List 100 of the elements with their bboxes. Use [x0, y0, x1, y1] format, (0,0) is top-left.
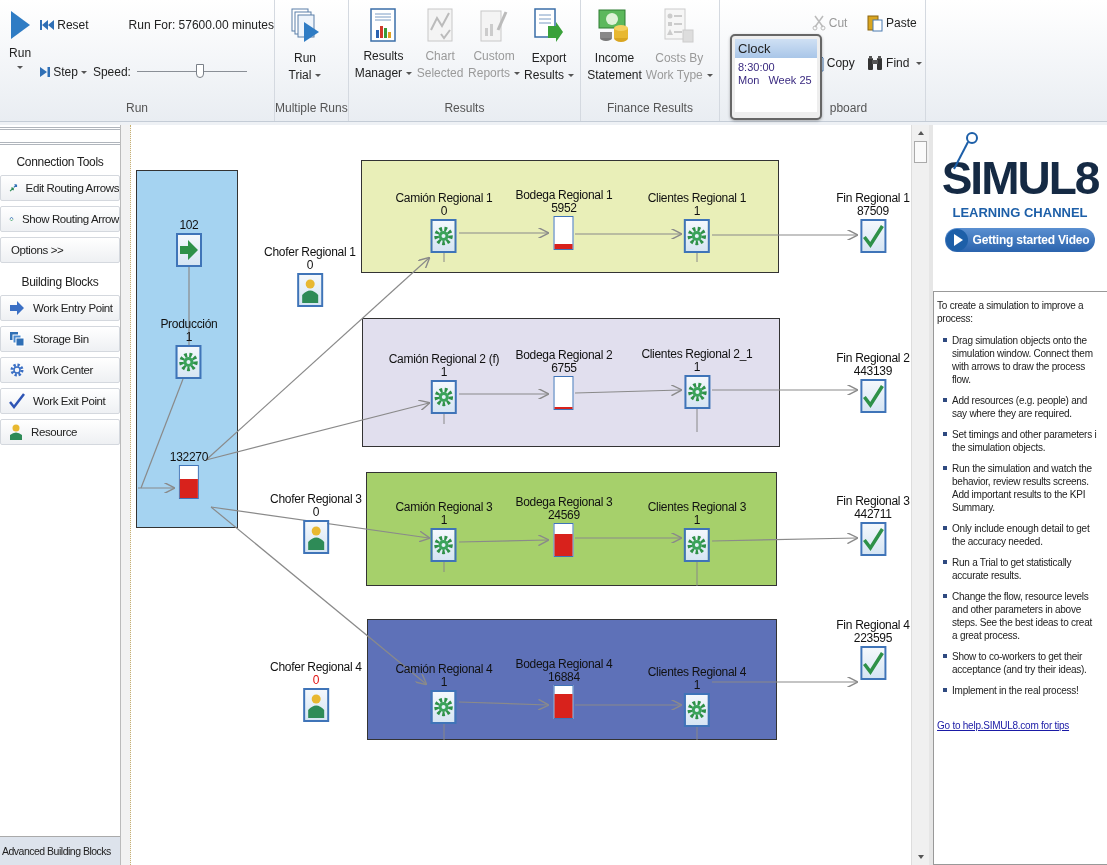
ribbon-button[interactable]: Export Results [524, 0, 575, 99]
gear-icon[interactable] [683, 693, 710, 727]
gear-icon[interactable] [430, 219, 457, 253]
pages-play-icon [290, 8, 320, 44]
panel-item[interactable]: Show Routing Arrow [0, 206, 120, 232]
binoculars-icon [867, 55, 884, 71]
person-icon [9, 424, 23, 440]
node-count: 443139 [853, 365, 893, 378]
person-icon[interactable] [302, 520, 329, 554]
person-icon[interactable] [302, 688, 329, 722]
clipboard-button[interactable]: Find [867, 54, 925, 72]
line-chart-icon [427, 8, 454, 42]
speed-label: Speed: [92, 65, 131, 79]
paste-icon [867, 14, 884, 32]
scroll-down-icon[interactable] [917, 855, 924, 859]
ribbon-button[interactable]: Income Statement [587, 0, 642, 99]
panel-item[interactable]: Options >> [0, 237, 120, 263]
caret-icon [17, 66, 24, 69]
gear-icon[interactable] [683, 375, 710, 409]
section-tab[interactable]: Advanced Building Blocks [0, 836, 120, 865]
run-button[interactable]: Run [0, 0, 41, 99]
gear-icon[interactable] [430, 690, 457, 724]
gear-icon[interactable] [175, 345, 202, 379]
caret-icon [80, 70, 87, 74]
caret-icon [568, 74, 575, 78]
node-label: Clientes Regional 2_1 [641, 348, 753, 361]
reset-button[interactable]: Reset [40, 18, 89, 32]
node-count: 0 [440, 205, 448, 218]
node-label: Clientes Regional 3 [647, 501, 747, 514]
node-count: 16884 [548, 671, 580, 684]
node-count: 0 [312, 506, 320, 519]
video-button[interactable]: Getting started Video [944, 228, 1096, 252]
gear-icon[interactable] [430, 528, 457, 562]
caret-icon [406, 72, 413, 76]
logo-text: SIMUL8 [941, 153, 1099, 203]
bullet-icon [943, 466, 948, 470]
panel-item[interactable]: Work Exit Point [0, 388, 120, 414]
caret-icon [916, 61, 923, 65]
node-label: Chofer Regional 1 [264, 246, 356, 259]
group-label: Run [126, 100, 148, 117]
vertical-scrollbar[interactable] [911, 125, 930, 865]
tip-text: Drag simulation objects onto the simulation window. Connect them with arrows to draw the process flow. [952, 334, 1093, 386]
node-label: Fin Regional 1 [836, 192, 910, 205]
node-label: Fin Regional 4 [836, 619, 910, 632]
document-arrow-icon [534, 8, 565, 44]
help-link[interactable]: Go to help.SIMUL8.com for tips [937, 719, 1070, 732]
checkmark-icon[interactable] [859, 646, 886, 680]
run-for-label: Run For: 57600.00 minutes [128, 18, 274, 32]
node-label: Camión Regional 3 [395, 501, 493, 514]
storage-bin-icon[interactable] [553, 523, 574, 557]
node-count: 0 [312, 674, 320, 687]
tip-text: Change the flow, resource levels and other parameters in above steps. See the best ideas to creat a great process. [952, 590, 1092, 642]
node-label: Camión Regional 4 [395, 663, 493, 676]
node-count: 1 [440, 514, 448, 527]
tip-text: Run a Trial to get statistically accurate results. [952, 556, 1072, 582]
storage-bin-icon[interactable] [553, 376, 574, 410]
slider-thumb[interactable] [195, 64, 204, 78]
panel-item[interactable]: Storage Bin [0, 326, 120, 352]
section-header: Connection Tools [15, 154, 105, 171]
gear-icon[interactable] [683, 219, 710, 253]
bullet-icon [943, 526, 948, 530]
gear-icon[interactable] [683, 528, 710, 562]
bullet-icon [943, 654, 948, 658]
bullet-icon [943, 560, 948, 564]
caret-icon [706, 74, 713, 78]
scroll-thumb[interactable] [914, 141, 928, 163]
node-label: Bodega Regional 1 [515, 189, 613, 202]
checkmark-icon[interactable] [859, 522, 886, 556]
rewind-icon [40, 20, 55, 30]
node-count: 1 [693, 361, 701, 374]
step-button[interactable]: Step [40, 65, 87, 79]
ribbon-button[interactable]: Results Manager [354, 0, 413, 99]
scroll-up-icon[interactable] [917, 131, 924, 135]
node-label: Chofer Regional 4 [270, 661, 362, 674]
person-icon[interactable] [296, 273, 323, 307]
panel-grip[interactable] [0, 127, 120, 145]
ribbon-button[interactable]: Run Trial [281, 0, 329, 99]
checkmark-icon[interactable] [859, 219, 886, 253]
node-count: 0 [306, 259, 314, 272]
node-label: Camión Regional 1 [395, 192, 493, 205]
storage-bin-icon[interactable] [553, 216, 574, 250]
node-count: 1 [440, 366, 448, 379]
panel-item[interactable]: Edit Routing Arrows [0, 175, 120, 201]
clipboard-button[interactable]: Paste [867, 14, 925, 32]
stacked-squares-icon [9, 331, 25, 347]
storage-bin-icon[interactable] [178, 465, 199, 499]
gear-icon[interactable] [430, 380, 457, 414]
panel-item[interactable]: Work Center [0, 357, 120, 383]
node-label: Producción [160, 318, 218, 331]
storage-bin-icon[interactable] [553, 685, 574, 719]
checkmark-icon[interactable] [859, 379, 886, 413]
tip-text: Show to co-workers to get their acceptance (and try their ideas). [952, 650, 1087, 676]
flow-arrow [137, 481, 176, 495]
node-count: 223595 [853, 632, 893, 645]
node-label: Fin Regional 3 [836, 495, 910, 508]
panel-item[interactable]: Resource [0, 419, 120, 445]
node-count: 6755 [551, 362, 577, 375]
node-count: 24569 [548, 509, 580, 522]
logo-subtitle: LEARNING CHANNEL [952, 205, 1088, 220]
panel-item[interactable]: Work Entry Point [0, 295, 120, 321]
